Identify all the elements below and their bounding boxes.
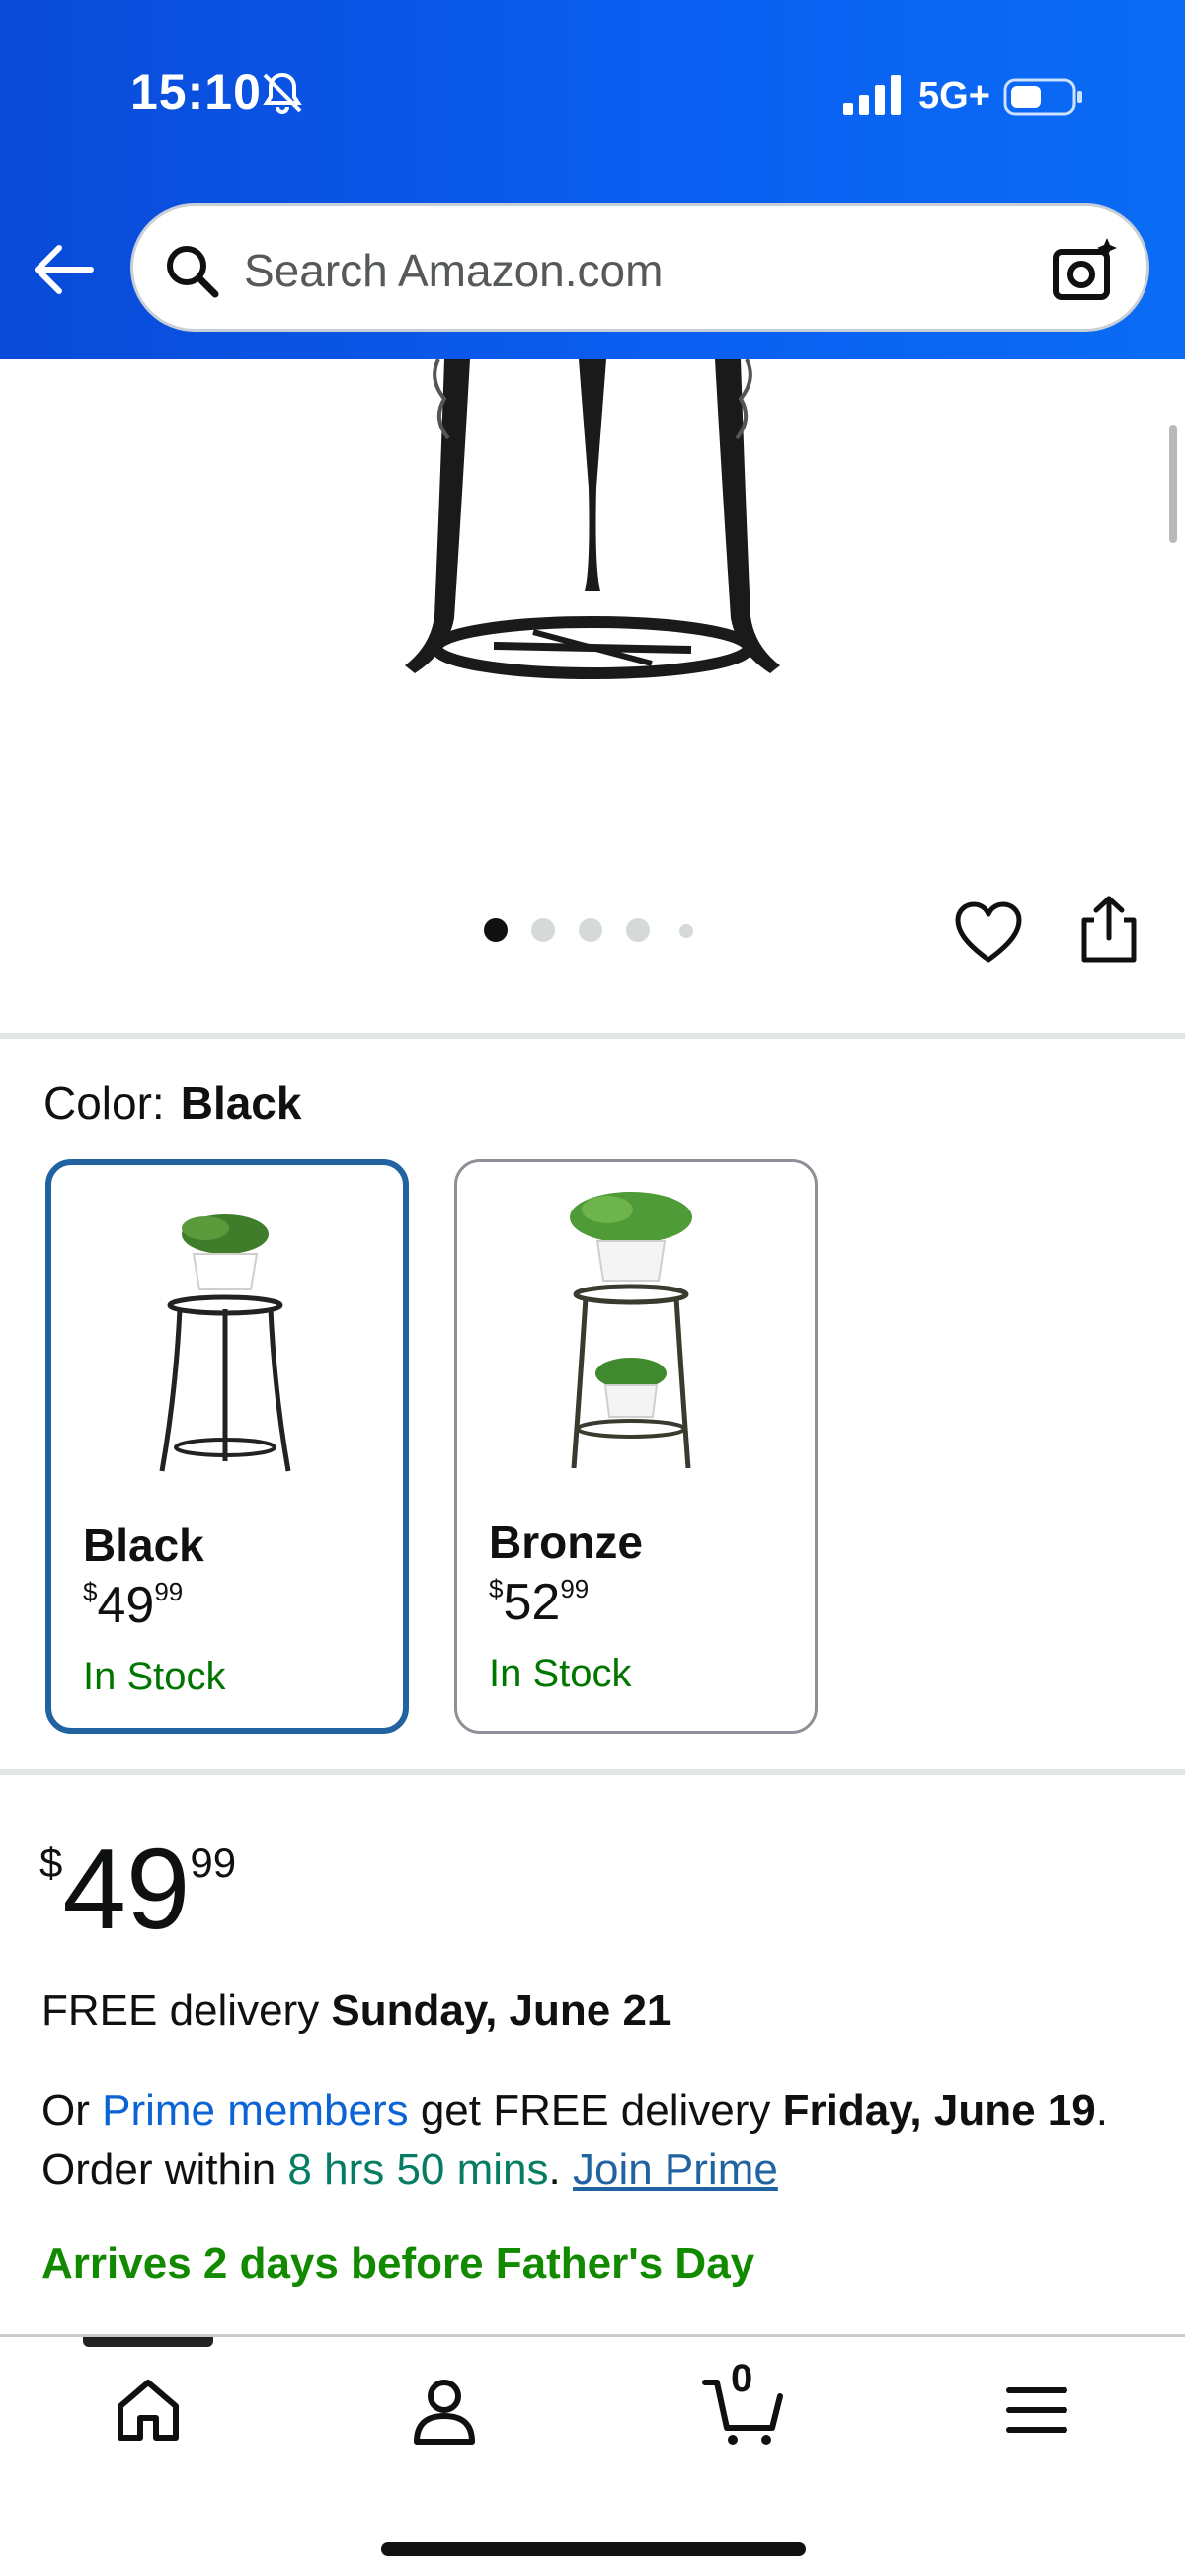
silent-bell-icon (263, 72, 302, 114)
color-swatch-bronze[interactable]: Bronze $5299 In Stock (454, 1159, 818, 1734)
prime-members-link[interactable]: Prime members (102, 2086, 409, 2135)
arrives-note: Arrives 2 days before Father's Day (41, 2239, 755, 2288)
pager-dot[interactable] (579, 918, 602, 942)
share-icon[interactable] (1076, 895, 1142, 964)
swatch-image-black (159, 1214, 291, 1472)
search-icon (167, 246, 219, 298)
cellular-signal-icon (843, 75, 901, 115)
join-prime-link[interactable]: Join Prime (573, 2146, 778, 2194)
delivery-date: Sunday, June 21 (331, 1987, 672, 2035)
prime-delivery-offer: Or Prime members get FREE delivery Frida… (41, 2086, 1108, 2194)
bottom-nav: 0 (0, 2334, 1185, 2576)
pager-dot[interactable] (626, 918, 650, 942)
pager-dot-active[interactable] (484, 918, 508, 942)
search-input[interactable]: Search Amazon.com (244, 244, 663, 297)
selected-color: Black (180, 1077, 302, 1129)
status-time: 15:10 (130, 64, 262, 119)
color-label: Color: Black (43, 1076, 301, 1130)
swatch-stock-status: In Stock (83, 1655, 226, 1698)
swatch-name: Bronze (489, 1517, 643, 1568)
swatch-price: $5299 (489, 1574, 590, 1631)
product-image[interactable] (375, 359, 810, 814)
color-swatch-black[interactable]: Black $4999 In Stock (45, 1159, 409, 1734)
swatch-stock-status: In Stock (489, 1652, 632, 1695)
swatch-name: Black (83, 1520, 204, 1571)
scrollbar[interactable] (1169, 425, 1177, 543)
account-icon[interactable] (407, 2373, 482, 2448)
section-divider (0, 1033, 1185, 1039)
pager-dot[interactable] (679, 924, 693, 938)
top-header: 15:10 5G+ Search Amazon.com (0, 0, 1185, 359)
prime-delivery-date: Friday, June 19 (782, 2086, 1096, 2135)
section-divider (0, 1769, 1185, 1775)
pager-dot[interactable] (531, 918, 555, 942)
swatch-image-bronze (570, 1192, 692, 1469)
order-countdown: 8 hrs 50 mins (287, 2146, 549, 2194)
home-indicator-bar[interactable] (381, 2542, 806, 2556)
camera-search-icon[interactable] (1050, 236, 1119, 305)
back-arrow-icon[interactable] (30, 235, 99, 304)
menu-icon[interactable] (999, 2373, 1074, 2448)
product-price: $4999 (40, 1825, 237, 1953)
search-bar[interactable]: Search Amazon.com (130, 203, 1149, 332)
active-tab-indicator (83, 2337, 213, 2347)
home-icon[interactable] (111, 2373, 186, 2448)
swatch-price: $4999 (83, 1577, 184, 1634)
cart-count: 0 (731, 2357, 753, 2400)
wishlist-heart-icon[interactable] (954, 900, 1023, 966)
network-type: 5G+ (918, 75, 990, 117)
delivery-info: FREE delivery Sunday, June 21 (41, 1987, 672, 2035)
battery-icon (1003, 78, 1082, 116)
color-label-text: Color: (43, 1077, 165, 1129)
